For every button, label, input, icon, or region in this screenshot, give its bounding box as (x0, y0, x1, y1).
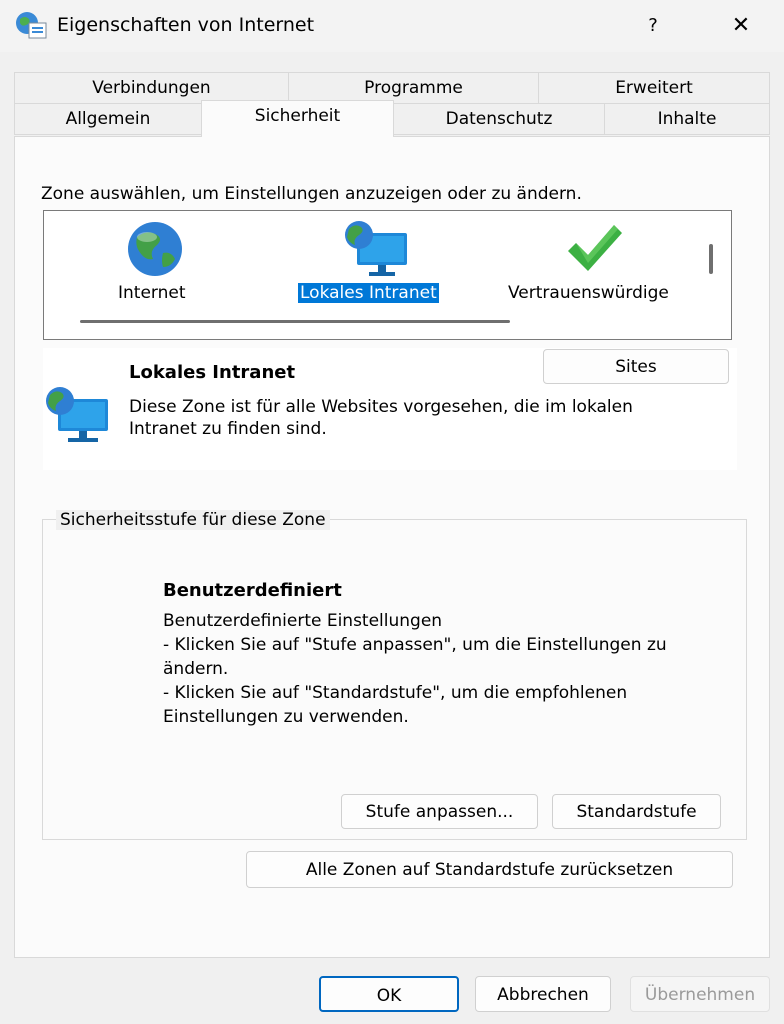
globe-icon (128, 222, 182, 276)
tab-allgemein[interactable]: Allgemein (14, 103, 202, 135)
zone-list-vertical-scrollbar[interactable] (709, 244, 713, 274)
tab-inhalte[interactable]: Inhalte (604, 103, 770, 135)
zone-item-internet[interactable]: Internet (112, 211, 202, 311)
security-level-legend: Sicherheitsstufe für diese Zone (56, 510, 330, 530)
zone-list-horizontal-scrollbar[interactable] (80, 320, 510, 323)
title-bar: Eigenschaften von Internet ? ✕ (0, 0, 784, 52)
help-button[interactable]: ? (628, 6, 678, 46)
zone-label-lokales-intranet: Lokales Intranet (298, 283, 439, 303)
window-title: Eigenschaften von Internet (57, 14, 315, 36)
close-button[interactable]: ✕ (716, 6, 766, 46)
ok-button[interactable]: OK (319, 976, 459, 1012)
internet-options-icon (16, 12, 47, 39)
security-level-name: Benutzerdefiniert (163, 580, 342, 601)
zone-label-vertrauenswuerdige: Vertrauenswürdige (508, 283, 669, 303)
zone-name: Lokales Intranet (129, 362, 296, 383)
sites-button[interactable]: Sites (543, 349, 729, 384)
intranet-monitor-icon (46, 387, 108, 442)
intranet-monitor-icon (345, 221, 407, 276)
cancel-button[interactable]: Abbrechen (475, 976, 611, 1012)
tab-sicherheit[interactable]: Sicherheit (201, 100, 394, 137)
zone-label-internet: Internet (118, 283, 186, 303)
apply-button[interactable]: Übernehmen (630, 976, 770, 1012)
zone-description: Diese Zone ist für alle Websites vorgese… (129, 397, 633, 439)
zone-item-vertrauenswuerdige[interactable]: Vertrauenswürdige (506, 211, 686, 311)
zone-prompt: Zone auswählen, um Einstellungen anzuzei… (41, 184, 582, 204)
tab-datenschutz[interactable]: Datenschutz (393, 103, 605, 135)
default-level-button[interactable]: Standardstufe (552, 794, 721, 829)
reset-all-zones-button[interactable]: Alle Zonen auf Standardstufe zurücksetze… (246, 851, 733, 888)
zone-item-lokales-intranet[interactable]: Lokales Intranet (298, 211, 458, 311)
checkmark-icon (568, 225, 622, 271)
tab-erweitert[interactable]: Erweitert (538, 72, 770, 104)
custom-level-button[interactable]: Stufe anpassen... (341, 794, 538, 829)
security-level-description: Benutzerdefinierte Einstellungen - Klick… (163, 611, 667, 727)
